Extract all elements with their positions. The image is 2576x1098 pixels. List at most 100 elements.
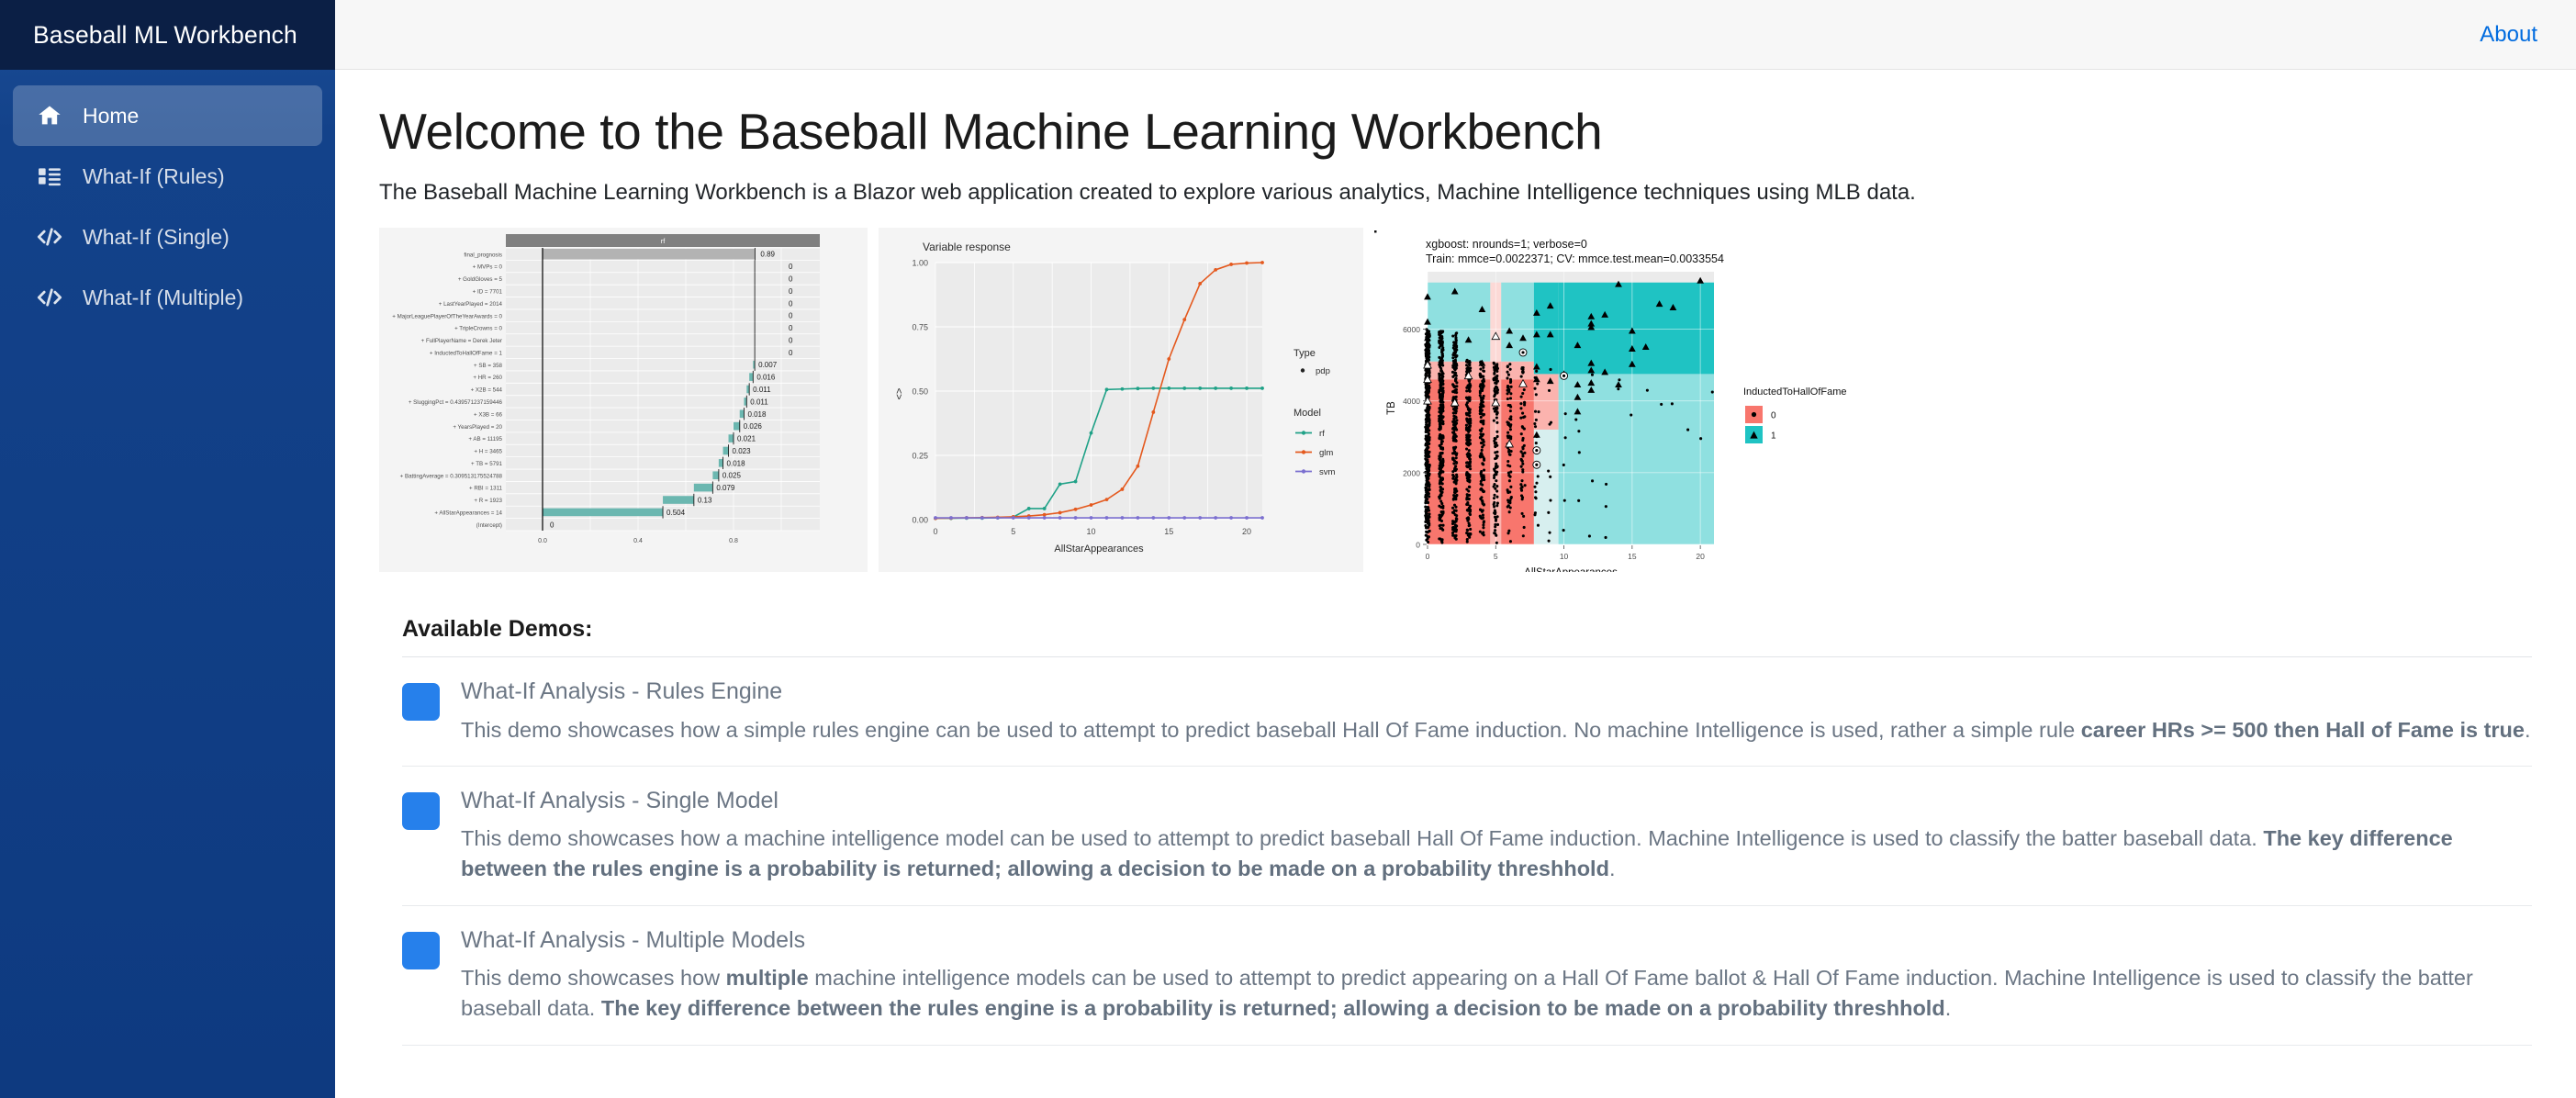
svg-text:+ H = 3465: + H = 3465 — [474, 449, 502, 455]
svg-text:+ GoldGloves = 5: + GoldGloves = 5 — [458, 276, 503, 283]
svg-text:0: 0 — [933, 527, 937, 536]
svg-text:0.026: 0.026 — [744, 422, 763, 431]
sidebar-item-what-if-multiple[interactable]: What-If (Multiple) — [13, 267, 322, 328]
svg-text:+ ID = 7701: + ID = 7701 — [473, 289, 503, 296]
top-bar: About — [335, 0, 2576, 70]
svg-text:rf: rf — [1319, 429, 1325, 439]
svg-text:0: 0 — [789, 324, 793, 332]
svg-text:+ YearsPlayed = 20: + YearsPlayed = 20 — [453, 424, 502, 431]
svg-text:4000: 4000 — [1403, 397, 1420, 406]
svg-text:0.75: 0.75 — [912, 323, 928, 332]
svg-text:+ TripleCrowns = 0: + TripleCrowns = 0 — [454, 326, 502, 332]
svg-text:glm: glm — [1319, 448, 1333, 458]
code-icon — [37, 285, 62, 310]
svg-text:<>: <> — [894, 388, 905, 400]
brand-header: Baseball ML Workbench — [0, 0, 335, 70]
svg-text:5: 5 — [1494, 552, 1498, 561]
svg-text:2000: 2000 — [1403, 469, 1420, 478]
page-content: Welcome to the Baseball Machine Learning… — [335, 70, 2576, 1046]
svg-text:+ RBI = 1311: + RBI = 1311 — [469, 486, 503, 492]
svg-text:0.8: 0.8 — [729, 538, 738, 544]
demo-body: What-If Analysis - Single Model This demo… — [461, 787, 2532, 885]
chart-breakdown-svg: rf(Intercept)+ AllStarAppearances = 14+ … — [379, 228, 868, 573]
code-icon — [37, 224, 62, 250]
page-title: Welcome to the Baseball Machine Learning… — [379, 103, 1603, 160]
demo-description: This demo showcases how a simple rules e… — [461, 717, 2531, 742]
svg-text:Type: Type — [1294, 348, 1316, 359]
svg-text:TB: TB — [1386, 401, 1397, 415]
svg-text:15: 15 — [1628, 552, 1637, 561]
demo-title[interactable]: What-If Analysis - Rules Engine — [461, 678, 2532, 706]
svg-text:+ BattingAverage = 0.309513175: + BattingAverage = 0.309513175524788 — [400, 474, 503, 480]
svg-text:0: 0 — [789, 287, 793, 296]
list-icon — [37, 163, 62, 189]
svg-text:AllStarAppearances: AllStarAppearances — [1524, 567, 1618, 572]
svg-text:20: 20 — [1696, 552, 1705, 561]
sidebar-item-what-if-rules[interactable]: What-If (Rules) — [13, 146, 322, 207]
svg-text:0.4: 0.4 — [633, 538, 643, 544]
svg-text:+ TB = 5791: + TB = 5791 — [471, 461, 503, 467]
main-area: About Welcome to the Baseball Machine Le… — [335, 0, 2576, 1098]
svg-text:0.25: 0.25 — [912, 452, 928, 461]
svg-text:svm: svm — [1319, 467, 1336, 477]
svg-text:+ InductedToHallOfFame = 1: + InductedToHallOfFame = 1 — [430, 351, 503, 357]
svg-text:0: 0 — [789, 337, 793, 345]
demo-item[interactable]: What-If Analysis - Single Model This demo… — [379, 767, 2532, 885]
svg-text:+ AB = 11195: + AB = 11195 — [468, 436, 502, 443]
svg-text:0: 0 — [1416, 541, 1420, 550]
svg-text:+ MajorLeaguePlayerOfTheYearAw: + MajorLeaguePlayerOfTheYearAwards = 0 — [392, 314, 502, 320]
svg-text:0: 0 — [789, 349, 793, 357]
svg-text:0: 0 — [789, 263, 793, 271]
chart-xgboost-boundary: xgboost: nrounds=1; verbose=0 Train: mmce… — [1372, 228, 2364, 573]
demo-list: What-If Analysis - Rules Engine This demo… — [379, 657, 2532, 1046]
chart-xgboost-svg: xgboost: nrounds=1; verbose=0Train: mmce… — [1372, 228, 2364, 573]
svg-text:0.0: 0.0 — [538, 538, 547, 544]
svg-text:+ MVPs = 0: + MVPs = 0 — [473, 264, 503, 271]
svg-text:+ AllStarAppearances = 14: + AllStarAppearances = 14 — [434, 510, 502, 517]
demo-description: This demo showcases how multiple machine… — [461, 966, 2473, 1021]
sidebar-nav: Home What-If (Rules) What-If (Single) Wh… — [0, 70, 335, 328]
svg-text:0.079: 0.079 — [716, 484, 735, 492]
svg-text:Variable response: Variable response — [923, 241, 1011, 253]
svg-text:0.13: 0.13 — [698, 497, 712, 505]
svg-text:0.016: 0.016 — [756, 374, 776, 382]
svg-text:0.50: 0.50 — [912, 387, 928, 397]
svg-text:10: 10 — [1087, 527, 1096, 536]
sidebar: Baseball ML Workbench Home What-If (Rule… — [0, 0, 335, 1098]
demo-item[interactable]: What-If Analysis - Multiple Models This d… — [379, 906, 2532, 1025]
about-link[interactable]: About — [2480, 22, 2537, 48]
page-intro-text: The Baseball Machine Learning Workbench … — [379, 180, 1916, 206]
sidebar-item-label: What-If (Rules) — [83, 163, 225, 188]
svg-text:6000: 6000 — [1403, 325, 1420, 334]
svg-text:+ FullPlayerName = Derek Jeter: + FullPlayerName = Derek Jeter — [421, 338, 502, 344]
svg-text:0.011: 0.011 — [753, 386, 771, 394]
svg-text:+ X3B = 66: + X3B = 66 — [474, 412, 503, 419]
svg-text:pdp: pdp — [1316, 366, 1330, 376]
svg-text:xgboost: nrounds=1; verbose=0: xgboost: nrounds=1; verbose=0 — [1426, 238, 1587, 251]
sidebar-item-label: What-If (Single) — [83, 224, 230, 249]
svg-text:5: 5 — [1011, 527, 1015, 536]
svg-text:+ SB = 358: + SB = 358 — [474, 363, 503, 369]
svg-text:0.025: 0.025 — [722, 472, 742, 480]
svg-text:0.504: 0.504 — [666, 509, 686, 517]
svg-text:Train: mmce=0.0022371; CV: mmc: Train: mmce=0.0022371; CV: mmce.test.mea… — [1426, 252, 1724, 265]
demo-badge-icon — [402, 931, 440, 969]
svg-text:0.011: 0.011 — [750, 398, 768, 407]
svg-text:0: 0 — [789, 312, 793, 320]
demo-title[interactable]: What-If Analysis - Single Model — [461, 787, 2532, 815]
svg-text:10: 10 — [1560, 552, 1569, 561]
demo-item[interactable]: What-If Analysis - Rules Engine This demo… — [379, 657, 2532, 745]
app-root: Baseball ML Workbench Home What-If (Rule… — [0, 0, 2576, 1098]
svg-text:0.018: 0.018 — [727, 460, 746, 468]
svg-text:0: 0 — [789, 275, 793, 284]
svg-text:0: 0 — [1771, 411, 1776, 421]
sidebar-item-what-if-single[interactable]: What-If (Single) — [13, 207, 322, 267]
svg-text:InductedToHallOfFame: InductedToHallOfFame — [1743, 387, 1847, 398]
svg-text:Model: Model — [1294, 408, 1321, 419]
svg-text:0.00: 0.00 — [912, 516, 928, 525]
svg-text:1: 1 — [1771, 431, 1776, 442]
sidebar-item-home[interactable]: Home — [13, 85, 322, 146]
demo-title[interactable]: What-If Analysis - Multiple Models — [461, 926, 2532, 955]
home-icon — [37, 103, 62, 129]
svg-text:AllStarAppearances: AllStarAppearances — [1054, 543, 1144, 555]
